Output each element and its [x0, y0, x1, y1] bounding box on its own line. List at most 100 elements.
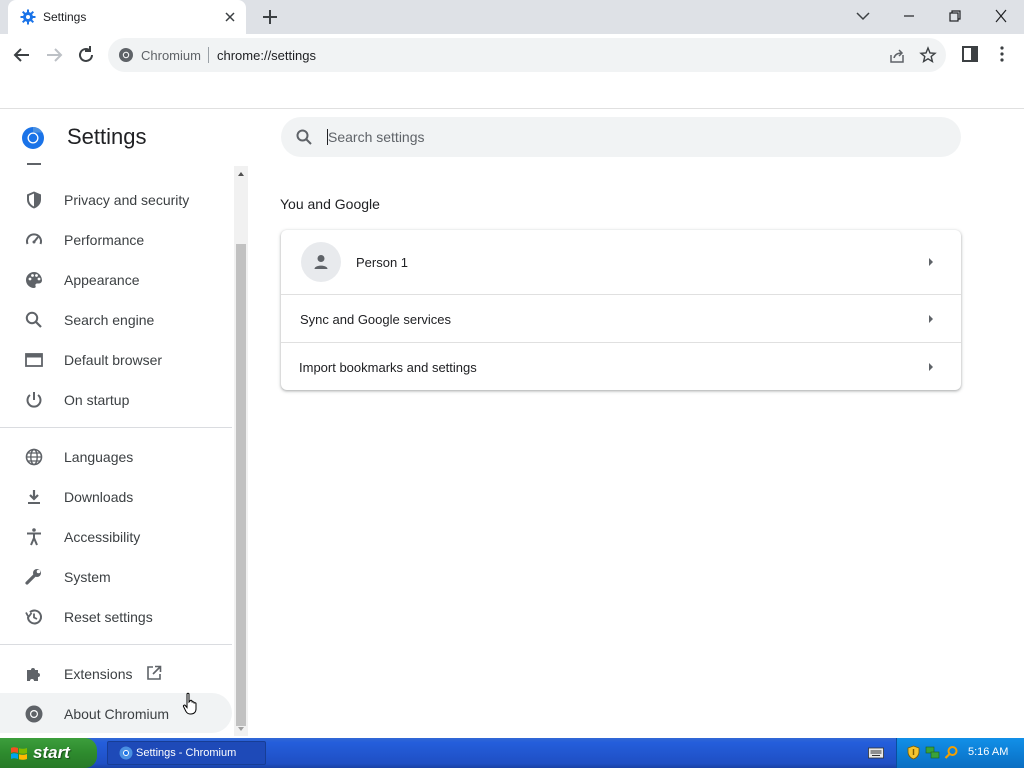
tab-title: Settings [43, 10, 87, 24]
address-bar[interactable]: Chromium chrome://settings [108, 38, 946, 72]
sidebar-item-downloads[interactable]: Downloads [0, 476, 232, 516]
search-settings-field[interactable]: Search settings [281, 117, 961, 157]
search-icon [25, 311, 42, 328]
sidebar-divider [0, 644, 232, 645]
sidebar: Privacy and security Performance Appeara… [0, 163, 234, 736]
download-icon [28, 490, 40, 504]
power-icon [26, 392, 42, 408]
scrollbar-thumb[interactable] [236, 244, 246, 726]
bookmark-star-icon[interactable] [919, 46, 937, 64]
scroll-up-arrow-icon[interactable] [237, 170, 245, 178]
sidebar-item-appearance[interactable]: Appearance [0, 259, 232, 299]
sidebar-item-label: Downloads [64, 489, 134, 505]
back-arrow-icon[interactable] [11, 44, 33, 66]
share-icon[interactable] [888, 47, 906, 65]
sync-row[interactable]: Sync and Google services [281, 295, 961, 342]
sidebar-item-label: About Chromium [64, 706, 170, 722]
start-button[interactable]: start [0, 738, 97, 768]
sidebar-scrollbar[interactable] [234, 166, 248, 736]
search-magnifier-icon[interactable] [944, 745, 959, 760]
tab-settings[interactable]: Settings [8, 0, 246, 34]
restore-icon[interactable] [944, 6, 966, 26]
profile-name: Person 1 [356, 255, 409, 270]
tab-search-chevron-icon[interactable] [852, 6, 874, 26]
sidebar-item-languages[interactable]: Languages [0, 436, 232, 476]
toolbar: Chromium chrome://settings [0, 34, 1024, 76]
sidebar-item-on-startup[interactable]: On startup [0, 379, 232, 419]
import-row[interactable]: Import bookmarks and settings [281, 343, 961, 390]
sidebar-item-label: Appearance [64, 272, 140, 288]
start-label: start [33, 743, 70, 762]
sidebar-item-search-engine[interactable]: Search engine [0, 299, 232, 339]
sidebar-item-privacy-and-security[interactable]: Privacy and security [0, 179, 232, 219]
network-icon[interactable] [925, 745, 940, 760]
chromium-icon [25, 705, 43, 723]
sidebar-divider [0, 427, 232, 428]
puzzle-icon [27, 668, 40, 681]
sidebar-item-label: On startup [64, 392, 130, 408]
security-shield-icon[interactable] [906, 745, 921, 760]
sidebar-item-extensions[interactable]: Extensions [0, 653, 232, 693]
taskbar: start Settings - Chromium 5:16 AM [0, 738, 1024, 768]
search-placeholder: Search settings [328, 129, 425, 145]
open-in-new-icon [147, 665, 162, 680]
minimize-icon[interactable] [898, 6, 920, 26]
side-panel-icon[interactable] [960, 44, 980, 64]
keyboard-icon[interactable] [868, 747, 884, 759]
chevron-right-icon [929, 363, 933, 371]
sidebar-item-system[interactable]: System [0, 556, 232, 596]
menu-kebab-icon[interactable] [992, 44, 1012, 64]
close-tab-icon[interactable] [222, 9, 238, 25]
chevron-right-icon [929, 315, 933, 323]
new-tab-icon[interactable] [260, 7, 280, 27]
you-and-google-card: Person 1 Sync and Google services Import… [281, 230, 961, 390]
windows-flag-icon [11, 747, 27, 760]
omnibox-separator [208, 47, 209, 63]
sidebar-item-label: Privacy and security [64, 192, 190, 208]
sidebar-item-label: Reset settings [64, 609, 153, 625]
section-title: You and Google [280, 196, 380, 212]
reload-icon[interactable] [75, 44, 97, 66]
history-icon [25, 609, 42, 625]
sidebar-item-label: Search engine [64, 312, 155, 328]
scroll-down-arrow-icon[interactable] [237, 725, 245, 733]
wrench-icon [25, 569, 41, 585]
palette-icon [26, 272, 42, 288]
site-name: Chromium [141, 48, 201, 63]
tab-strip: Settings [0, 0, 1024, 34]
sidebar-item-label: Languages [64, 449, 134, 465]
taskbar-item-chromium[interactable]: Settings - Chromium [107, 741, 266, 765]
globe-icon [25, 448, 43, 466]
sync-label: Sync and Google services [300, 312, 452, 327]
accessibility-icon [27, 528, 41, 546]
chromium-icon[interactable] [118, 47, 134, 63]
sidebar-item-label: Performance [64, 232, 145, 248]
sidebar-item-label: System [64, 569, 111, 585]
avatar [301, 242, 341, 282]
profile-row[interactable]: Person 1 [281, 230, 961, 294]
gear-icon [20, 9, 36, 25]
close-window-icon[interactable] [990, 6, 1012, 26]
sidebar-item-label: Accessibility [64, 529, 141, 545]
search-icon [296, 129, 312, 145]
url-text[interactable]: chrome://settings [217, 48, 316, 63]
hand-pointer-cursor-icon [182, 692, 197, 715]
chromium-icon [119, 746, 133, 760]
shield-icon [27, 191, 41, 209]
import-label: Import bookmarks and settings [299, 360, 477, 375]
chevron-right-icon [929, 258, 933, 266]
sidebar-item-accessibility[interactable]: Accessibility [0, 516, 232, 556]
sidebar-item-reset-settings[interactable]: Reset settings [0, 596, 232, 636]
clock: 5:16 AM [968, 746, 1009, 758]
partially-visible-icon [27, 163, 41, 165]
taskbar-item-label: Settings - Chromium [136, 747, 237, 759]
forward-arrow-icon[interactable] [43, 44, 65, 66]
chromium-logo-icon [22, 127, 44, 149]
sidebar-item-performance[interactable]: Performance [0, 219, 232, 259]
header-divider [0, 108, 1024, 109]
sidebar-item-default-browser[interactable]: Default browser [0, 339, 232, 379]
system-tray: 5:16 AM [896, 738, 1024, 768]
speedometer-icon [26, 233, 42, 245]
page-title: Settings [67, 124, 147, 149]
browser-window-icon [25, 353, 43, 367]
